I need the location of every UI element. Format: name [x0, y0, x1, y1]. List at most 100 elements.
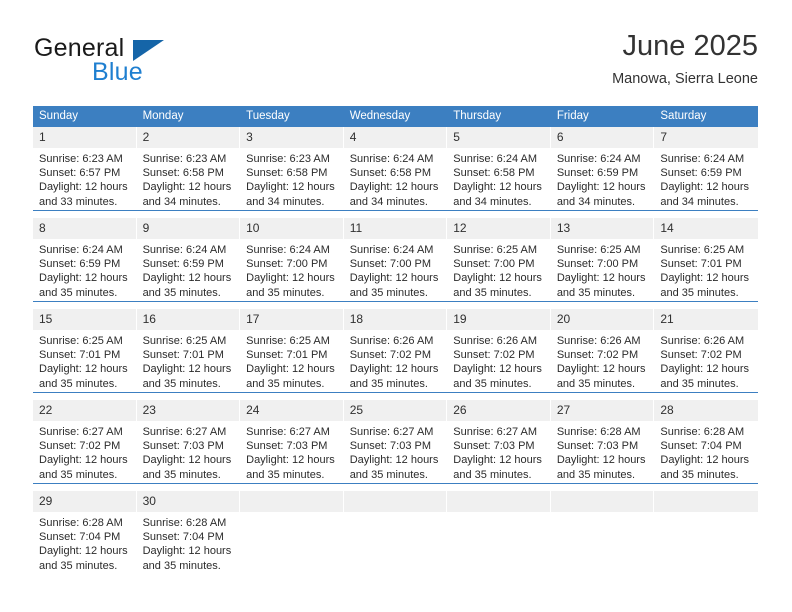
- daylight-text-line1: Daylight: 12 hours: [660, 454, 750, 467]
- daylight-text-line1: Daylight: 12 hours: [660, 272, 750, 285]
- daylight-text-line1: Daylight: 12 hours: [246, 454, 335, 467]
- day-number: 30: [136, 491, 240, 512]
- sunset-text: Sunset: 7:02 PM: [39, 440, 121, 453]
- calendar-cell[interactable]: 5 Sunrise: 6:24 AM Sunset: 6:58 PM Daylight…: [447, 127, 551, 210]
- calendar-cell[interactable]: 8 Sunrise: 6:24 AM Sunset: 6:59 PM Daylight…: [33, 218, 137, 301]
- calendar-cell[interactable]: 24 Sunrise: 6:27 AM Sunset: 7:03 PM Dayligh…: [240, 400, 344, 483]
- weekday-header-sunday: Sunday: [33, 106, 137, 127]
- day-details: Sunrise: 6:27 AM Sunset: 7:03 PM Daylight:…: [447, 421, 550, 482]
- calendar-cell[interactable]: 20 Sunrise: 6:26 AM Sunset: 7:02 PM Dayligh…: [550, 309, 655, 392]
- day-details: Sunrise: 6:24 AM Sunset: 6:58 PM Daylight:…: [447, 148, 550, 209]
- daylight-text-line2: and 35 minutes.: [660, 468, 739, 481]
- calendar-cell[interactable]: 25 Sunrise: 6:27 AM Sunset: 7:03 PM Dayligh…: [343, 400, 448, 483]
- day-details: Sunrise: 6:25 AM Sunset: 7:01 PM Daylight:…: [654, 239, 758, 300]
- day-number: 22: [33, 400, 136, 421]
- day-number: 2: [136, 127, 240, 148]
- daylight-text-line1: Daylight: 12 hours: [556, 181, 646, 194]
- calendar-cell[interactable]: 13 Sunrise: 6:25 AM Sunset: 7:00 PM Dayligh…: [550, 218, 655, 301]
- sunrise-text: Sunrise: 6:26 AM: [660, 335, 745, 347]
- sunset-text: Sunset: 6:58 PM: [453, 167, 535, 180]
- calendar-cell-empty: [343, 491, 448, 574]
- daylight-text-line2: and 35 minutes.: [142, 468, 221, 481]
- daylight-text-line2: and 35 minutes.: [349, 377, 428, 390]
- calendar-cell[interactable]: 22 Sunrise: 6:27 AM Sunset: 7:02 PM Dayligh…: [33, 400, 137, 483]
- daylight-text-line2: and 35 minutes.: [453, 286, 532, 299]
- sunrise-text: Sunrise: 6:28 AM: [39, 517, 123, 529]
- calendar-cell[interactable]: 30 Sunrise: 6:28 AM Sunset: 7:04 PM Dayligh…: [136, 491, 241, 574]
- day-number: 16: [136, 309, 240, 330]
- sunset-text: Sunset: 7:01 PM: [660, 258, 742, 271]
- daylight-text-line2: and 34 minutes.: [453, 195, 532, 208]
- calendar-cell[interactable]: 3 Sunrise: 6:23 AM Sunset: 6:58 PM Daylight…: [240, 127, 344, 210]
- calendar-cell[interactable]: 19 Sunrise: 6:26 AM Sunset: 7:02 PM Dayligh…: [447, 309, 551, 392]
- day-number: 3: [240, 127, 343, 148]
- day-number: 4: [343, 127, 447, 148]
- sunset-text: Sunset: 7:01 PM: [246, 349, 328, 362]
- calendar-cell[interactable]: 28 Sunrise: 6:28 AM Sunset: 7:04 PM Dayligh…: [654, 400, 758, 483]
- sunset-text: Sunset: 6:59 PM: [39, 258, 121, 271]
- daylight-text-line2: and 35 minutes.: [556, 286, 636, 299]
- daylight-text-line2: and 35 minutes.: [660, 377, 739, 390]
- day-number: 6: [550, 127, 654, 148]
- daylight-text-line1: Daylight: 12 hours: [453, 363, 542, 376]
- calendar-cell[interactable]: 9 Sunrise: 6:24 AM Sunset: 6:59 PM Daylight…: [136, 218, 241, 301]
- calendar-cell[interactable]: 2 Sunrise: 6:23 AM Sunset: 6:58 PM Daylight…: [136, 127, 241, 210]
- weekday-header-wednesday: Wednesday: [343, 106, 448, 127]
- daylight-text-line2: and 35 minutes.: [556, 377, 636, 390]
- daylight-text-line1: Daylight: 12 hours: [39, 545, 128, 558]
- calendar-cell[interactable]: 29 Sunrise: 6:28 AM Sunset: 7:04 PM Dayligh…: [33, 491, 137, 574]
- day-details: Sunrise: 6:25 AM Sunset: 7:00 PM Daylight:…: [551, 239, 654, 300]
- sunset-text: Sunset: 7:00 PM: [556, 258, 639, 271]
- sunrise-text: Sunrise: 6:23 AM: [142, 153, 227, 165]
- daylight-text-line1: Daylight: 12 hours: [142, 272, 232, 285]
- day-details: Sunrise: 6:24 AM Sunset: 7:00 PM Daylight:…: [240, 239, 343, 300]
- calendar-cell[interactable]: 7 Sunrise: 6:24 AM Sunset: 6:59 PM Daylight…: [654, 127, 758, 210]
- calendar-cell[interactable]: 18 Sunrise: 6:26 AM Sunset: 7:02 PM Dayligh…: [343, 309, 448, 392]
- daylight-text-line2: and 35 minutes.: [142, 286, 221, 299]
- sunrise-text: Sunrise: 6:28 AM: [142, 517, 227, 529]
- daylight-text-line1: Daylight: 12 hours: [39, 363, 128, 376]
- day-number: [654, 491, 758, 512]
- brand-logo[interactable]: General Blue: [34, 34, 264, 90]
- day-details: Sunrise: 6:28 AM Sunset: 7:04 PM Daylight:…: [137, 512, 240, 573]
- day-details: Sunrise: 6:26 AM Sunset: 7:02 PM Daylight:…: [551, 330, 654, 391]
- calendar-cell[interactable]: 17 Sunrise: 6:25 AM Sunset: 7:01 PM Dayligh…: [240, 309, 344, 392]
- day-details: Sunrise: 6:28 AM Sunset: 7:04 PM Daylight:…: [654, 421, 758, 482]
- calendar-cell[interactable]: 10 Sunrise: 6:24 AM Sunset: 7:00 PM Dayligh…: [240, 218, 344, 301]
- calendar-cell[interactable]: 21 Sunrise: 6:26 AM Sunset: 7:02 PM Dayligh…: [654, 309, 758, 392]
- sunrise-text: Sunrise: 6:27 AM: [142, 426, 227, 438]
- calendar-page: General Blue June 2025 Manowa, Sierra Le…: [0, 0, 792, 612]
- day-details: Sunrise: 6:24 AM Sunset: 6:59 PM Daylight:…: [654, 148, 758, 209]
- page-subtitle: Manowa, Sierra Leone: [612, 71, 758, 87]
- sunrise-text: Sunrise: 6:25 AM: [556, 244, 641, 256]
- day-number: 28: [654, 400, 758, 421]
- calendar-cell[interactable]: 15 Sunrise: 6:25 AM Sunset: 7:01 PM Dayligh…: [33, 309, 137, 392]
- calendar-cell[interactable]: 1 Sunrise: 6:23 AM Sunset: 6:57 PM Daylight…: [33, 127, 137, 210]
- day-number: 21: [654, 309, 758, 330]
- day-number: 25: [343, 400, 447, 421]
- calendar-cell[interactable]: 6 Sunrise: 6:24 AM Sunset: 6:59 PM Daylight…: [550, 127, 655, 210]
- daylight-text-line1: Daylight: 12 hours: [556, 454, 646, 467]
- calendar-cell[interactable]: 27 Sunrise: 6:28 AM Sunset: 7:03 PM Dayligh…: [550, 400, 655, 483]
- calendar-cell[interactable]: 16 Sunrise: 6:25 AM Sunset: 7:01 PM Dayligh…: [136, 309, 241, 392]
- daylight-text-line2: and 35 minutes.: [39, 377, 118, 390]
- sunrise-text: Sunrise: 6:25 AM: [660, 244, 745, 256]
- calendar-cell[interactable]: 26 Sunrise: 6:27 AM Sunset: 7:03 PM Dayligh…: [447, 400, 551, 483]
- calendar-cell[interactable]: 4 Sunrise: 6:24 AM Sunset: 6:58 PM Daylight…: [343, 127, 448, 210]
- weekday-header-saturday: Saturday: [654, 106, 758, 127]
- calendar-cell[interactable]: 11 Sunrise: 6:24 AM Sunset: 7:00 PM Dayligh…: [343, 218, 448, 301]
- sunset-text: Sunset: 7:02 PM: [453, 349, 535, 362]
- sunset-text: Sunset: 7:01 PM: [142, 349, 224, 362]
- daylight-text-line1: Daylight: 12 hours: [39, 454, 128, 467]
- daylight-text-line2: and 35 minutes.: [453, 377, 532, 390]
- calendar-cell[interactable]: 23 Sunrise: 6:27 AM Sunset: 7:03 PM Dayligh…: [136, 400, 241, 483]
- day-number: [240, 491, 343, 512]
- day-number: 14: [654, 218, 758, 239]
- daylight-text-line2: and 35 minutes.: [246, 377, 325, 390]
- day-details: Sunrise: 6:24 AM Sunset: 7:00 PM Daylight:…: [344, 239, 447, 300]
- calendar-cell[interactable]: 12 Sunrise: 6:25 AM Sunset: 7:00 PM Dayligh…: [447, 218, 551, 301]
- weekday-header-friday: Friday: [550, 106, 655, 127]
- day-number: 20: [550, 309, 654, 330]
- calendar-cell[interactable]: 14 Sunrise: 6:25 AM Sunset: 7:01 PM Dayligh…: [654, 218, 758, 301]
- sunrise-text: Sunrise: 6:27 AM: [349, 426, 434, 438]
